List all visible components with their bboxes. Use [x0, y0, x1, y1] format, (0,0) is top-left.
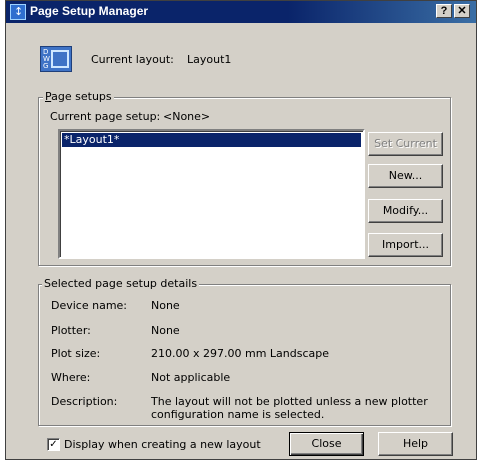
title-bar[interactable]: Page Setup Manager ? ✕	[6, 1, 476, 23]
details-legend: Selected page setup details	[42, 277, 200, 290]
close-button[interactable]: Close	[289, 432, 364, 456]
new-button[interactable]: New...	[368, 164, 443, 188]
current-page-setup-value: <None>	[163, 110, 211, 123]
current-page-setup-label: Current page setup:	[50, 110, 161, 123]
description-label: Description:	[51, 395, 118, 408]
current-layout-label: Current layout:	[91, 53, 174, 66]
close-titlebar-button[interactable]: ✕	[454, 4, 470, 18]
page-setups-legend: Page setups	[43, 90, 114, 103]
description-line-1: The layout will not be plotted unless a …	[151, 395, 428, 408]
display-new-layout-label: Display when creating a new layout	[64, 438, 261, 451]
close-label: Close	[311, 437, 342, 450]
window-title: Page Setup Manager	[30, 4, 149, 18]
current-layout-value: Layout1	[187, 53, 232, 66]
device-name-label: Device name:	[51, 299, 128, 312]
plotter-value: None	[151, 324, 180, 337]
import-label: Import...	[382, 238, 429, 251]
app-icon	[10, 4, 26, 20]
plotter-label: Plotter:	[51, 324, 91, 337]
modify-button[interactable]: Modify...	[368, 199, 443, 223]
modify-label: Modify...	[382, 204, 429, 217]
plot-size-label: Plot size:	[51, 347, 101, 360]
dwg-icon-letters: D W G	[43, 48, 50, 70]
set-current-label: Set Current	[374, 137, 437, 150]
where-label: Where:	[51, 371, 91, 384]
page-setups-legend-text: age setups	[51, 90, 112, 103]
set-current-button: Set Current	[368, 132, 443, 156]
where-value: Not applicable	[151, 371, 231, 384]
dwg-layout-icon: D W G	[40, 46, 72, 72]
new-label: New...	[388, 169, 423, 182]
device-name-value: None	[151, 299, 180, 312]
help-button[interactable]: Help	[378, 432, 453, 456]
list-item[interactable]: *Layout1*	[62, 133, 361, 147]
help-label: Help	[402, 437, 429, 450]
checkmark-icon: ✓	[49, 439, 58, 450]
description-line-2: configuration name is selected.	[151, 408, 325, 421]
display-new-layout-checkbox[interactable]: ✓	[47, 438, 60, 451]
import-button[interactable]: Import...	[368, 233, 443, 257]
page-setup-manager-dialog: Page Setup Manager ? ✕ D W G Current lay…	[5, 0, 477, 460]
dwg-icon-grid	[51, 50, 69, 68]
page-setups-list[interactable]: *Layout1*	[58, 129, 365, 259]
help-titlebar-button[interactable]: ?	[436, 4, 452, 18]
plot-size-value: 210.00 x 297.00 mm Landscape	[151, 347, 329, 360]
